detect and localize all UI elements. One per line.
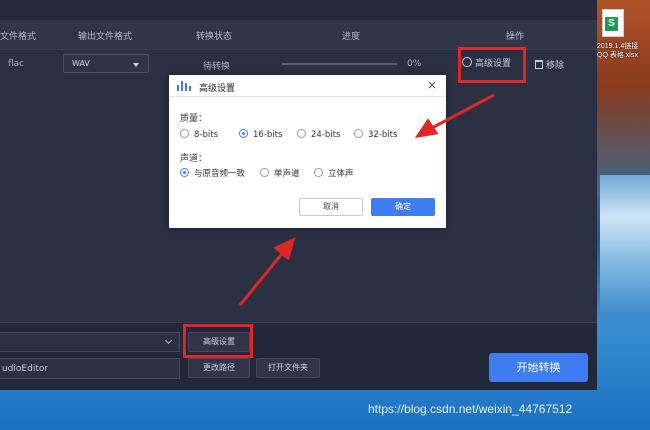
close-icon[interactable]: × [426,79,438,91]
quality-option-16bit[interactable]: 16-bits [239,129,282,140]
quality-option-label: 24-bits [311,130,341,140]
quality-option-24bit[interactable]: 24-bits [297,129,340,140]
progress-percent: 0% [407,59,422,69]
highlight-box-row-advanced [458,47,526,83]
dialog-title: 高级设置 [199,84,236,94]
status-cell: 待转换 [203,62,231,72]
channel-option-label: 立体声 [328,169,354,179]
trash-icon [535,60,543,69]
channel-option-mono[interactable]: 单声道 [260,167,300,179]
spreadsheet-icon: S [602,9,624,37]
quality-label: 质量： [180,114,208,124]
start-convert-button[interactable]: 开始转换 [489,353,588,382]
quality-option-8bit[interactable]: 8-bits [180,129,218,140]
output-path-select[interactable] [0,332,180,352]
channel-option-label: 与原音频一致 [194,169,246,179]
channel-option-original[interactable]: 与原音频一致 [180,167,245,179]
header-output-format: 输出文件格式 [78,32,133,42]
output-path-field[interactable]: udioEditor [0,358,180,379]
highlight-box-bottom-advanced [183,324,253,358]
table-header: 文件格式 输出文件格式 转换状态 进度 操作 [0,20,597,50]
row-remove-button[interactable]: 移除 [535,58,564,71]
header-actions: 操作 [506,32,525,42]
radio-icon [180,129,189,138]
chevron-down-icon [164,336,173,345]
source-format-cell: flac [8,59,25,69]
dialog-title-bar: 高级设置 × [169,75,446,97]
channel-option-label: 单声道 [274,169,300,179]
quality-option-32bit[interactable]: 32-bits [354,129,397,140]
spreadsheet-letter: S [605,17,618,31]
radio-icon [297,129,306,138]
wallpaper-highlight [600,175,650,315]
radio-icon [354,129,363,138]
quality-option-label: 8-bits [194,130,218,140]
app-top-strip [0,0,597,20]
radio-icon [314,168,323,177]
output-path-value: udioEditor [2,364,49,374]
radio-icon [260,168,269,177]
header-source-format: 文件格式 [0,32,37,42]
change-path-button[interactable]: 更改路径 [188,358,250,378]
desktop-file-caption: 2019.1.4链接 QQ 表格.xlsx [597,43,639,59]
progress-bar [282,63,397,65]
header-status: 转换状态 [196,32,233,42]
watermark-text: https://blog.csdn.net/weixin_44767512 [368,402,573,416]
channel-option-stereo[interactable]: 立体声 [314,167,354,179]
advanced-settings-dialog: 高级设置 × 质量： 8-bits 16-bits 24-bits 32-bit… [169,75,446,228]
cancel-button[interactable]: 取消 [299,198,363,216]
radio-selected-icon [180,168,189,177]
header-progress: 进度 [342,32,361,42]
ok-button[interactable]: 确定 [371,198,435,216]
caret-down-icon [133,63,139,67]
output-format-value: WAV [72,59,90,68]
quality-option-label: 32-bits [368,130,398,140]
channel-label: 声道： [180,154,208,164]
desktop-file-icon[interactable]: S 2019.1.4链接 QQ 表格.xlsx [597,6,650,68]
radio-selected-icon [239,129,248,138]
app-logo-icon [177,81,193,91]
row-remove-label: 移除 [546,61,565,71]
open-folder-button[interactable]: 打开文件夹 [256,358,320,378]
quality-option-label: 16-bits [253,130,283,140]
output-format-select[interactable]: WAV [63,54,149,73]
